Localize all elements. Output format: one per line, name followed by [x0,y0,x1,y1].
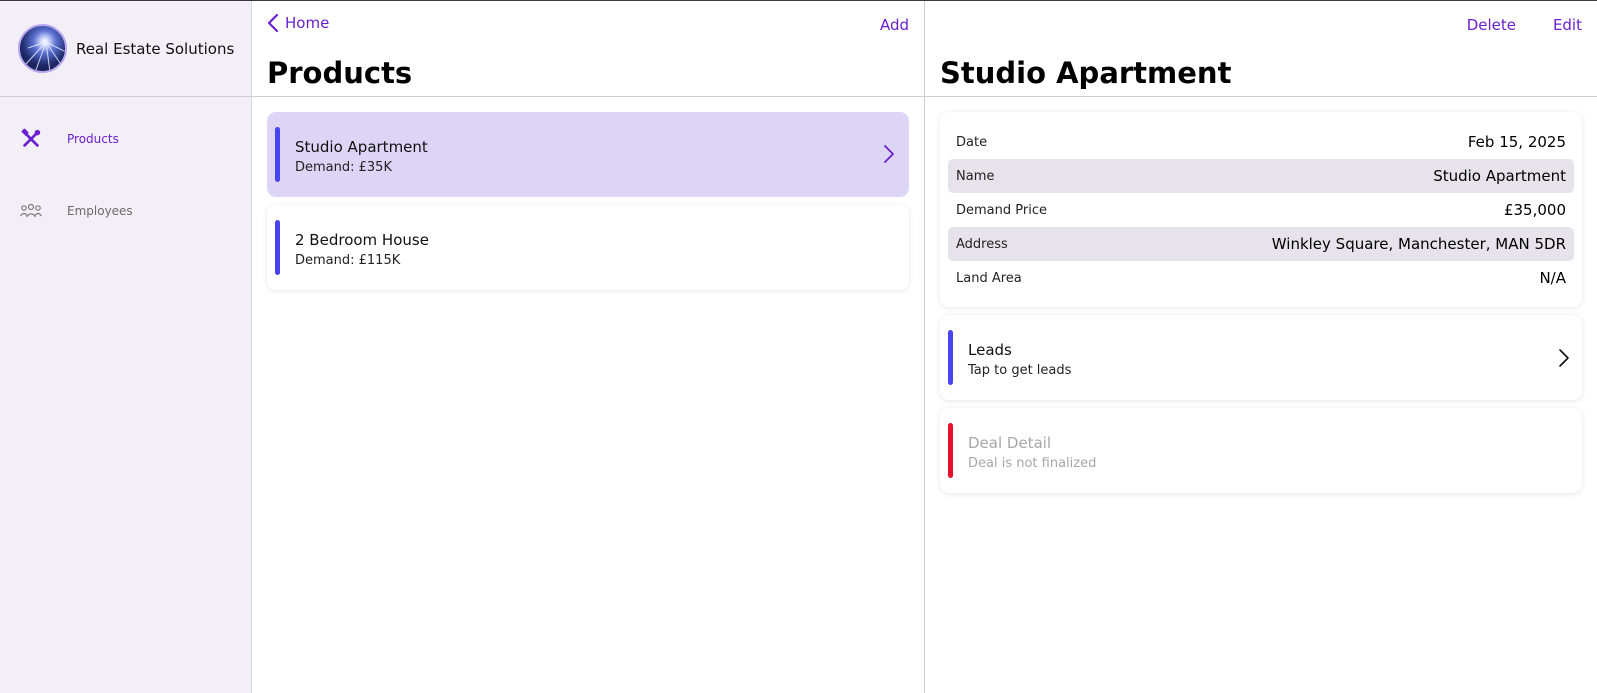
leads-subtitle: Tap to get leads [968,363,1072,378]
company-logo [18,24,67,73]
info-key: Demand Price [956,202,1047,218]
product-title: Studio Apartment [295,138,428,156]
products-list-pane: Home Add Products Studio Apartment Deman… [252,1,925,693]
info-value: £35,000 [1503,201,1566,219]
product-list: Studio Apartment Demand: £35K 2 Bedroom … [252,97,924,313]
product-demand: Demand: £115K [295,253,401,268]
info-key: Name [956,168,995,184]
info-row-demand-price: Demand Price £35,000 [948,193,1574,227]
sidebar-item-products[interactable]: Products [0,111,251,167]
chevron-left-icon [267,13,279,33]
page-title: Products [267,56,413,90]
info-row-land-area: Land Area N/A [948,261,1574,295]
back-label: Home [285,14,330,32]
sidebar: Real Estate Solutions Products Employees [0,1,252,693]
deal-title: Deal Detail [968,434,1052,452]
info-value: Studio Apartment [1433,167,1566,185]
product-card-studio-apartment[interactable]: Studio Apartment Demand: £35K [267,112,909,197]
deal-detail-card: Deal Detail Deal is not finalized [940,408,1582,493]
info-row-name: Name Studio Apartment [948,159,1574,193]
list-pane-header: Home Add Products [252,1,924,97]
chevron-right-icon [1558,348,1570,372]
info-key: Address [956,236,1008,252]
sidebar-nav: Products Employees [0,97,251,239]
hammer-wrench-icon [19,127,43,151]
back-button[interactable]: Home [267,13,329,33]
accent-bar [948,330,953,385]
leads-card[interactable]: Leads Tap to get leads [940,315,1582,400]
product-info-card: Date Feb 15, 2025 Name Studio Apartment … [940,112,1582,307]
detail-pane-header: Delete Edit Studio Apartment [925,1,1597,97]
info-value: N/A [1539,269,1566,287]
product-title: 2 Bedroom House [295,231,429,249]
delete-button[interactable]: Delete [1467,16,1516,34]
sidebar-item-label: Employees [67,204,133,218]
sidebar-item-label: Products [67,132,119,146]
detail-title: Studio Apartment [940,56,1232,90]
edit-button[interactable]: Edit [1553,16,1582,34]
deal-subtitle: Deal is not finalized [968,456,1097,471]
info-key: Land Area [956,270,1022,286]
add-button[interactable]: Add [880,16,909,34]
info-value: Feb 15, 2025 [1467,133,1566,151]
sidebar-item-employees[interactable]: Employees [0,183,251,239]
info-value: Winkley Square, Manchester, MAN 5DR [1271,235,1566,253]
leads-title: Leads [968,341,1012,359]
accent-bar [275,127,280,182]
product-card-2-bedroom-house[interactable]: 2 Bedroom House Demand: £115K [267,205,909,290]
info-row-date: Date Feb 15, 2025 [948,125,1574,159]
app-window: Real Estate Solutions Products Employees… [0,0,1597,693]
brand-name: Real Estate Solutions [76,39,235,58]
product-demand: Demand: £35K [295,160,392,175]
info-row-address: Address Winkley Square, Manchester, MAN … [948,227,1574,261]
people-group-icon [19,199,43,223]
brand-header: Real Estate Solutions [0,1,251,97]
chevron-right-icon [883,144,895,168]
info-key: Date [956,134,988,150]
accent-bar [275,220,280,275]
product-detail-pane: Delete Edit Studio Apartment Date Feb 15… [925,1,1597,693]
accent-bar [948,423,953,478]
